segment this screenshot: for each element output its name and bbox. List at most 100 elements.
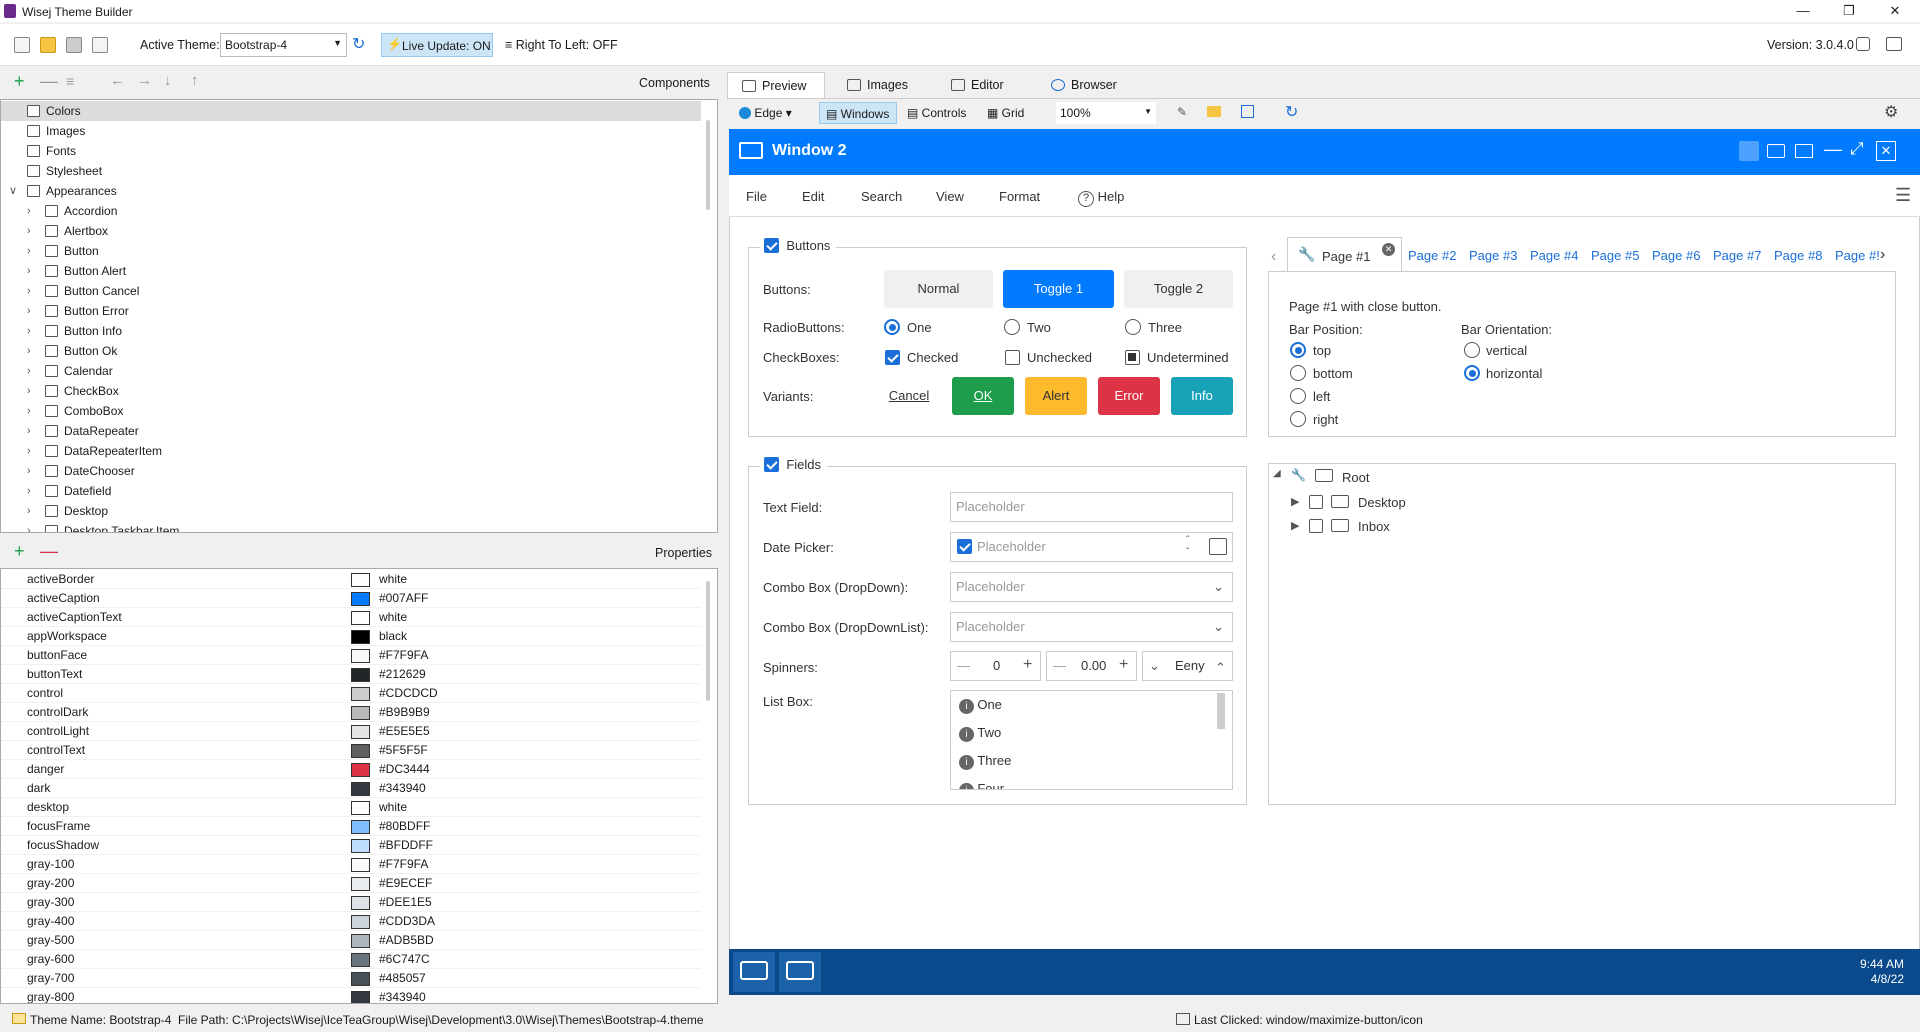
taskbar-item[interactable] (733, 952, 775, 992)
spinner-decimal[interactable]: — 0.00 + (1046, 651, 1137, 681)
property-value[interactable]: white (379, 608, 407, 627)
bug-icon[interactable]: ⚙ (1884, 102, 1898, 122)
menu-format[interactable]: Format (999, 189, 1040, 204)
checkbox-undetermined[interactable] (1125, 350, 1140, 365)
menu-edit[interactable]: Edit (802, 189, 824, 204)
plus-icon[interactable]: + (1119, 651, 1128, 679)
color-swatch[interactable] (351, 782, 370, 796)
page-tab-7[interactable]: Page #7 (1713, 248, 1761, 263)
property-row[interactable]: focusFrame #80BDFF (1, 817, 701, 836)
remove-icon[interactable]: — (40, 71, 58, 92)
tree-checkbox[interactable] (1309, 495, 1323, 509)
tree-item-alertbox[interactable]: › Alertbox (1, 221, 701, 241)
tab-close-icon[interactable]: ✕ (1382, 243, 1395, 256)
tab-browser[interactable]: Browser (1037, 72, 1137, 98)
arrow-down-icon[interactable]: ↓ (164, 72, 172, 89)
combo-dropdown-input[interactable]: Placeholder ⌄ (950, 572, 1233, 602)
property-row[interactable]: gray-300 #DEE1E5 (1, 893, 701, 912)
chevron-down-icon[interactable]: ⌄ (1213, 573, 1224, 601)
property-row[interactable]: focusShadow #BFDDFF (1, 836, 701, 855)
tree-item-desktop-taskbar-item[interactable]: › Desktop.Taskbar.Item (1, 521, 701, 532)
property-row[interactable]: activeCaption #007AFF (1, 589, 701, 608)
grid-toggle[interactable]: ▦ Grid (987, 106, 1024, 120)
property-row[interactable]: gray-600 #6C747C (1, 950, 701, 969)
radio-top[interactable] (1290, 342, 1306, 358)
add-icon[interactable]: + (14, 71, 25, 92)
color-swatch[interactable] (351, 668, 370, 682)
chevron-right-icon[interactable]: › (27, 201, 37, 221)
property-value[interactable]: #212629 (379, 665, 426, 684)
color-swatch[interactable] (351, 706, 370, 720)
list-box[interactable]: i One i Two i Three i Four (950, 690, 1233, 790)
tree-item-datechooser[interactable]: › DateChooser (1, 461, 701, 481)
color-swatch[interactable] (351, 725, 370, 739)
tree-item-datefield[interactable]: › Datefield (1, 481, 701, 501)
pen-icon[interactable]: ✎ (1177, 105, 1187, 119)
buttons-group-checkbox[interactable] (764, 238, 779, 253)
list-scrollbar[interactable] (1217, 693, 1225, 729)
property-row[interactable]: controlText #5F5F5F (1, 741, 701, 760)
tree-item-button-alert[interactable]: › Button Alert (1, 261, 701, 281)
list-item[interactable]: i Three (959, 753, 1011, 773)
info-button[interactable]: Info (1171, 377, 1233, 415)
tree-item-button-error[interactable]: › Button Error (1, 301, 701, 321)
radio-left[interactable] (1290, 388, 1306, 404)
cancel-button[interactable]: Cancel (873, 377, 945, 415)
spinner-int[interactable]: — 0 + (950, 651, 1041, 681)
radio-vertical[interactable] (1464, 342, 1480, 358)
checkbox-unchecked[interactable] (1005, 350, 1020, 365)
collapse-icon[interactable]: ◢ (1273, 468, 1281, 479)
chevron-right-icon[interactable]: › (27, 401, 37, 421)
chevron-right-icon[interactable]: › (27, 281, 37, 301)
tree-item-button-info[interactable]: › Button Info (1, 321, 701, 341)
spinner-list[interactable]: ⌄ Eeny ⌃ (1142, 651, 1233, 681)
tree-item-desktop[interactable]: › Desktop (1, 501, 701, 521)
open-folder-icon[interactable] (40, 37, 56, 53)
calendar-icon[interactable] (1209, 538, 1227, 555)
date-picker-checkbox[interactable] (957, 539, 972, 554)
property-value[interactable]: #007AFF (379, 589, 428, 608)
chevron-right-icon[interactable]: › (27, 521, 37, 532)
windows-toggle[interactable]: ▤ Windows (819, 102, 897, 124)
tab-scroll-left-icon[interactable]: ‹ (1271, 248, 1276, 266)
arrow-right-icon[interactable]: → (137, 72, 152, 89)
active-theme-select[interactable]: Bootstrap-4 ▼ (220, 33, 347, 57)
reload-icon[interactable]: ↻ (1285, 102, 1298, 122)
close-window-icon[interactable]: ✕ (1876, 141, 1896, 161)
taskbar-item[interactable] (779, 952, 821, 992)
alert-button[interactable]: Alert (1025, 377, 1087, 415)
tree-checkbox[interactable] (1309, 519, 1323, 533)
property-row[interactable]: desktop white (1, 798, 701, 817)
property-value[interactable]: #E9ECEF (379, 874, 432, 893)
property-value[interactable]: #ADB5BD (379, 931, 434, 950)
normal-button[interactable]: Normal (884, 270, 993, 308)
color-swatch[interactable] (351, 953, 370, 967)
save-icon[interactable] (66, 37, 82, 53)
property-row[interactable]: buttonText #212629 (1, 665, 701, 684)
property-value[interactable]: #485057 (379, 969, 426, 988)
color-swatch[interactable] (351, 839, 370, 853)
color-swatch[interactable] (351, 573, 370, 587)
zoom-select[interactable]: 100% ▼ (1056, 102, 1156, 124)
rtl-toggle[interactable]: ≡ Right To Left: OFF (505, 38, 618, 52)
tree-item-fonts[interactable]: Fonts (1, 141, 701, 161)
components-tree[interactable]: Colors Images Fonts Stylesheet ∨ Appearances ›… (0, 99, 718, 533)
color-swatch[interactable] (351, 972, 370, 986)
property-value[interactable]: #BFDDFF (379, 836, 433, 855)
property-row[interactable]: activeCaptionText white (1, 608, 701, 627)
properties-scrollbar[interactable] (706, 581, 710, 701)
color-swatch[interactable] (351, 611, 370, 625)
property-value[interactable]: #343940 (379, 779, 426, 798)
tree-node-inbox[interactable]: Inbox (1358, 519, 1390, 534)
property-value[interactable]: #5F5F5F (379, 741, 428, 760)
property-value[interactable]: white (379, 798, 407, 817)
color-swatch[interactable] (351, 592, 370, 606)
plus-icon[interactable]: + (1023, 651, 1032, 679)
remove-property-icon[interactable]: — (40, 541, 58, 562)
property-row[interactable]: appWorkspace black (1, 627, 701, 646)
menu-view[interactable]: View (936, 189, 964, 204)
property-value[interactable]: #343940 (379, 988, 426, 1003)
radio-right[interactable] (1290, 411, 1306, 427)
tree-item-button[interactable]: › Button (1, 241, 701, 261)
minimize-button[interactable]: — (1780, 0, 1826, 22)
